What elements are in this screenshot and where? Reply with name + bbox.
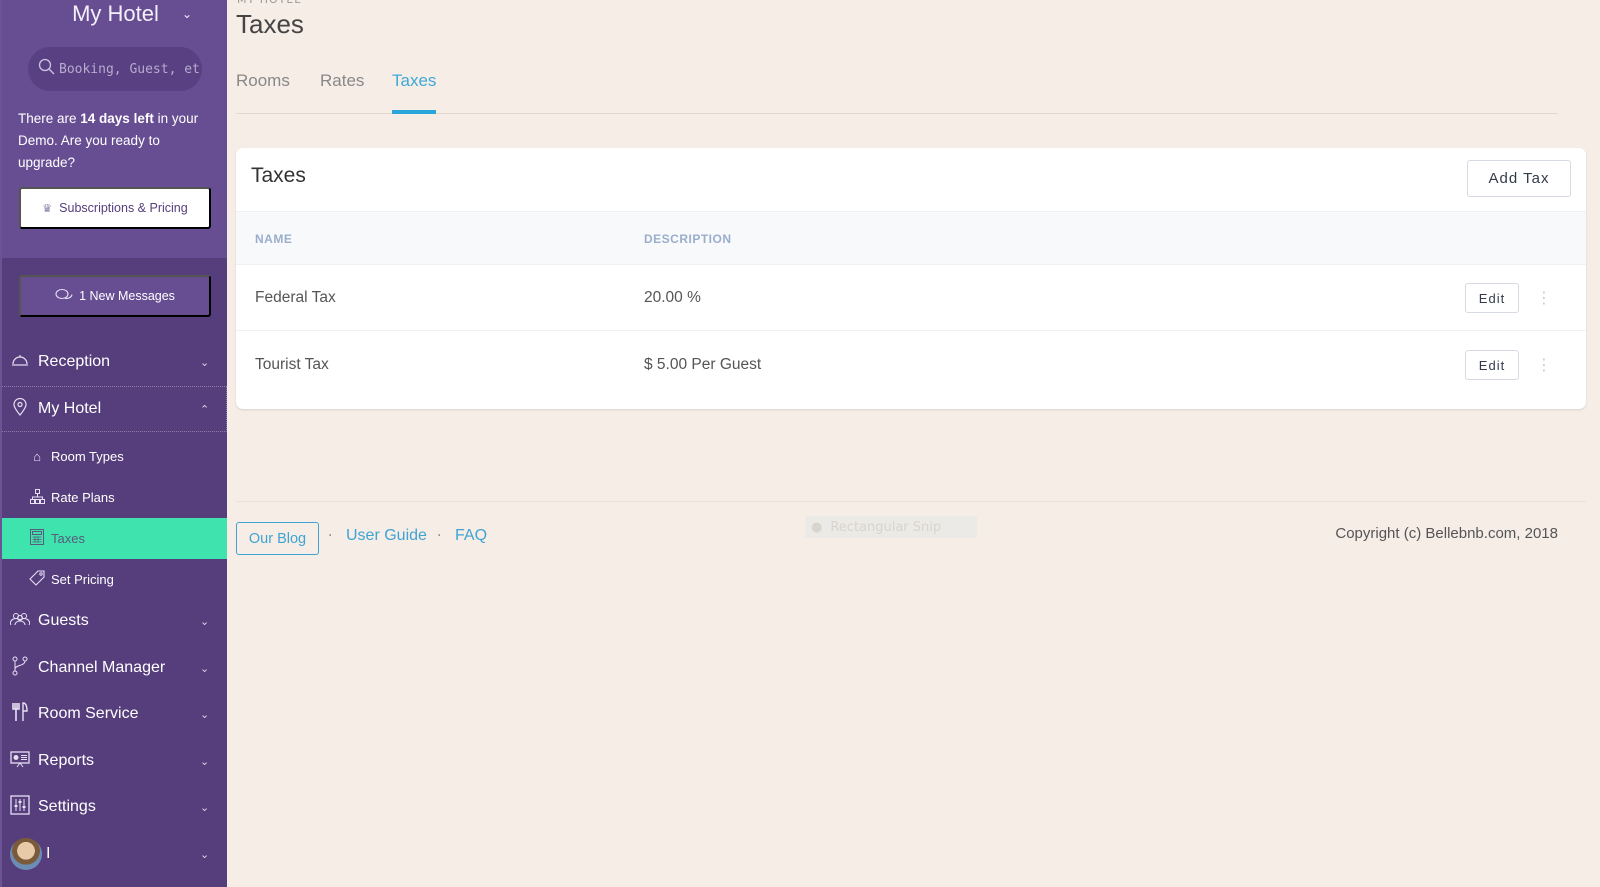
subnav-taxes[interactable]: Taxes <box>2 518 227 559</box>
subnav-label: Rate Plans <box>51 490 115 505</box>
presentation-icon <box>10 750 30 772</box>
calculator-icon <box>28 529 46 548</box>
subnav-rate-plans[interactable]: Rate Plans <box>2 477 227 518</box>
subnav-set-pricing[interactable]: Set Pricing <box>2 559 227 600</box>
faq-link[interactable]: FAQ <box>455 527 487 545</box>
sidebar-header: My Hotel ⌄ There are 14 days left in you… <box>2 0 227 258</box>
home-icon: ⌂ <box>33 449 41 464</box>
more-options-icon[interactable]: ⋮ <box>1536 352 1552 378</box>
git-branch-icon <box>10 656 30 680</box>
tax-description: $ 5.00 Per Guest <box>644 356 762 373</box>
nav-reception[interactable]: Reception ⌄ <box>2 339 227 385</box>
subnav-label: Set Pricing <box>51 572 114 587</box>
table-row: Tourist Tax $ 5.00 Per Guest Edit ⋮ <box>236 332 1586 398</box>
user-name: I <box>46 845 51 862</box>
crown-icon: ♛ <box>42 202 53 215</box>
tax-description: 20.00 % <box>644 289 701 306</box>
chevron-down-icon: ⌄ <box>200 356 210 369</box>
tab-rooms[interactable]: Rooms <box>236 71 290 113</box>
subnav-label: Taxes <box>51 531 85 546</box>
chevron-down-icon: ⌄ <box>200 848 210 861</box>
snip-icon: ● <box>811 519 823 535</box>
nav-user-profile[interactable]: I ⌄ <box>2 831 227 877</box>
main-content: MY HOTEL Taxes Rooms Rates Taxes Taxes A… <box>227 0 1600 887</box>
column-header-description: DESCRIPTION <box>644 232 732 246</box>
user-guide-link[interactable]: User Guide <box>346 527 427 545</box>
more-options-icon[interactable]: ⋮ <box>1536 285 1552 311</box>
sitemap-icon <box>28 488 46 507</box>
avatar <box>10 838 42 870</box>
footer-divider <box>236 501 1586 502</box>
edit-button[interactable]: Edit <box>1465 350 1519 380</box>
copyright: Copyright (c) Bellebnb.com, 2018 <box>1335 525 1558 542</box>
nav-label: My Hotel <box>38 400 102 417</box>
search-icon <box>38 58 56 80</box>
tab-taxes[interactable]: Taxes <box>392 71 437 114</box>
nav-label: Reports <box>38 752 95 769</box>
subnav-label: Room Types <box>51 449 124 464</box>
subnav-room-types[interactable]: ⌂ Room Types <box>2 436 227 477</box>
page-title: Taxes <box>236 9 304 39</box>
taxes-card: Taxes Add Tax NAME DESCRIPTION Federal T… <box>236 148 1586 409</box>
new-messages-button[interactable]: 1 New Messages <box>19 275 211 317</box>
nav-my-hotel[interactable]: My Hotel ⌃ <box>2 386 227 432</box>
column-header-name: NAME <box>255 232 293 246</box>
chat-bubbles-icon <box>55 288 73 305</box>
chevron-up-icon: ⌃ <box>200 403 210 416</box>
nav-label: Room Service <box>38 705 139 722</box>
nav-room-service[interactable]: Room Service ⌄ <box>2 691 227 737</box>
chevron-down-icon: ⌄ <box>182 7 193 21</box>
nav-guests[interactable]: Guests ⌄ <box>2 598 227 644</box>
nav-reports[interactable]: Reports ⌄ <box>2 738 227 784</box>
snip-overlay: ● Rectangular Snip <box>805 516 977 538</box>
chevron-down-icon: ⌄ <box>200 708 210 721</box>
nav-label: Settings <box>38 798 96 815</box>
table-header: NAME DESCRIPTION <box>236 211 1586 265</box>
chevron-down-icon: ⌄ <box>200 662 210 675</box>
snip-label: Rectangular Snip <box>830 519 942 535</box>
map-pin-icon <box>10 397 30 420</box>
tab-rates[interactable]: Rates <box>320 71 364 113</box>
footer-separator: · <box>437 528 442 544</box>
tax-name: Federal Tax <box>255 289 336 306</box>
breadcrumb: MY HOTEL <box>237 0 301 6</box>
footer-separator: · <box>328 528 333 544</box>
hotel-switcher[interactable]: My Hotel ⌄ <box>2 0 229 28</box>
card-title: Taxes <box>251 164 306 187</box>
utensils-icon <box>10 702 30 726</box>
subscriptions-pricing-button[interactable]: ♛ Subscriptions & Pricing <box>19 187 211 229</box>
nav-channel-manager[interactable]: Channel Manager ⌄ <box>2 645 227 691</box>
chevron-down-icon: ⌄ <box>200 755 210 768</box>
table-row: Federal Tax 20.00 % Edit ⋮ <box>236 265 1586 331</box>
demo-notice-prefix: There are <box>18 111 81 126</box>
tax-name: Tourist Tax <box>255 356 329 373</box>
sliders-icon <box>10 795 30 819</box>
search-box[interactable] <box>28 47 202 91</box>
nav-settings[interactable]: Settings ⌄ <box>2 784 227 830</box>
subscriptions-label: Subscriptions & Pricing <box>59 201 188 215</box>
chevron-down-icon: ⌄ <box>200 801 210 814</box>
add-tax-button[interactable]: Add Tax <box>1467 160 1571 197</box>
nav-label: Guests <box>38 612 89 629</box>
bell-icon <box>10 353 30 371</box>
demo-days-left: 14 days left <box>80 111 154 126</box>
search-input[interactable] <box>59 61 199 77</box>
users-icon <box>9 612 31 630</box>
tab-bar: Rooms Rates Taxes <box>236 66 1558 114</box>
demo-notice: There are 14 days left in your Demo. Are… <box>18 108 218 174</box>
sidebar: My Hotel ⌄ There are 14 days left in you… <box>0 0 227 887</box>
nav-label: Reception <box>38 353 111 370</box>
edit-button[interactable]: Edit <box>1465 283 1519 313</box>
hotel-name: My Hotel <box>72 1 159 26</box>
chevron-down-icon: ⌄ <box>200 615 210 628</box>
messages-label: 1 New Messages <box>79 289 175 303</box>
our-blog-button[interactable]: Our Blog <box>236 522 319 555</box>
nav-label: Channel Manager <box>38 659 166 676</box>
tag-icon <box>28 570 46 589</box>
